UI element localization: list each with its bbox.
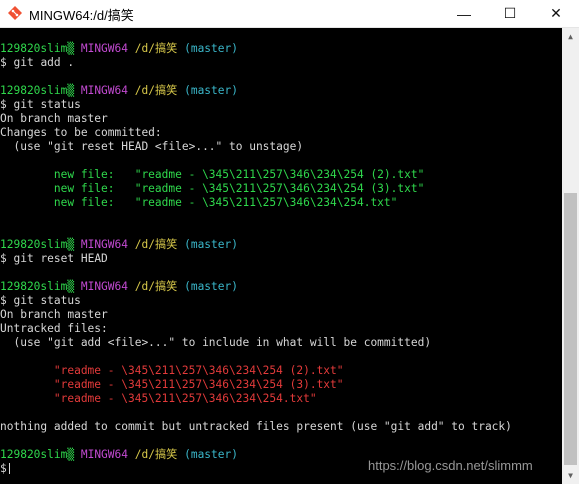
prompt-path: /d/搞笑 — [134, 448, 178, 461]
output-line: On branch master — [0, 308, 108, 321]
command-text: git add . — [13, 56, 75, 69]
watermark: https://blog.csdn.net/slimmm — [368, 458, 533, 473]
minimize-button[interactable]: — — [441, 0, 487, 27]
prompt-user-host: 129820slim▒ — [0, 84, 75, 97]
prompt-symbol: $ — [0, 462, 7, 475]
git-bash-icon — [8, 6, 22, 20]
maximize-icon: ☐ — [503, 5, 517, 21]
scroll-thumb[interactable] — [564, 193, 577, 465]
prompt-shell: MINGW64 — [80, 280, 128, 293]
prompt-path: /d/搞笑 — [134, 280, 178, 293]
vertical-scrollbar[interactable]: ▲ ▼ — [562, 28, 579, 484]
command-line: $ git add . — [0, 56, 74, 70]
output-line: (use "git add <file>..." to include in w… — [0, 336, 432, 349]
prompt-user-host: 129820slim▒ — [0, 238, 75, 251]
prompt-branch: (master) — [184, 238, 238, 251]
prompt-branch: (master) — [184, 280, 238, 293]
maximize-button[interactable]: ☐ — [487, 0, 533, 27]
arrow-down-icon: ▼ — [568, 471, 573, 480]
prompt-line: 129820slim▒ MINGW64 /d/搞笑 (master) — [0, 238, 238, 252]
staged-file-line: new file: "readme - \345\211\257\346\234… — [0, 196, 398, 209]
prompt-branch: (master) — [184, 448, 238, 461]
command-line: $ git status — [0, 98, 81, 112]
prompt-symbol: $ — [0, 56, 7, 69]
prompt-shell: MINGW64 — [80, 84, 128, 97]
arrow-up-icon: ▲ — [568, 32, 573, 41]
prompt-user-host: 129820slim▒ — [0, 448, 75, 461]
command-text: git reset HEAD — [13, 252, 108, 265]
minimize-icon: — — [457, 5, 471, 22]
prompt-path: /d/搞笑 — [134, 238, 178, 251]
prompt-line: 129820slim▒ MINGW64 /d/搞笑 (master) — [0, 280, 238, 294]
close-button[interactable]: ✕ — [533, 0, 579, 27]
prompt-line: 129820slim▒ MINGW64 /d/搞笑 (master) — [0, 448, 238, 462]
scroll-up-button[interactable]: ▲ — [562, 28, 579, 45]
prompt-path: /d/搞笑 — [134, 84, 178, 97]
untracked-file-line: "readme - \345\211\257\346\234\254 (2).t… — [0, 364, 344, 377]
prompt-branch: (master) — [184, 42, 238, 55]
untracked-file-line: "readme - \345\211\257\346\234\254 (3).t… — [0, 378, 344, 391]
command-line[interactable]: $ — [0, 462, 10, 476]
output-line: nothing added to commit but untracked fi… — [0, 420, 512, 433]
terminal-output[interactable]: 129820slim▒ MINGW64 /d/搞笑 (master) $ git… — [0, 28, 562, 484]
prompt-shell: MINGW64 — [80, 238, 128, 251]
staged-file-line: new file: "readme - \345\211\257\346\234… — [0, 168, 425, 181]
text-cursor — [8, 463, 10, 474]
prompt-shell: MINGW64 — [80, 42, 128, 55]
output-line: Untracked files: — [0, 322, 108, 335]
command-text: git status — [13, 294, 81, 307]
output-line: Changes to be committed: — [0, 126, 162, 139]
prompt-symbol: $ — [0, 294, 7, 307]
prompt-line: 129820slim▒ MINGW64 /d/搞笑 (master) — [0, 42, 238, 56]
command-text: git status — [13, 98, 81, 111]
prompt-user-host: 129820slim▒ — [0, 42, 75, 55]
command-line: $ git reset HEAD — [0, 252, 108, 266]
prompt-branch: (master) — [184, 84, 238, 97]
untracked-file-line: "readme - \345\211\257\346\234\254.txt" — [0, 392, 317, 405]
prompt-shell: MINGW64 — [80, 448, 128, 461]
prompt-symbol: $ — [0, 252, 7, 265]
close-icon: ✕ — [550, 5, 562, 21]
title-bar[interactable]: MINGW64:/d/搞笑 — ☐ ✕ — [0, 0, 579, 28]
scroll-down-button[interactable]: ▼ — [562, 467, 579, 484]
prompt-symbol: $ — [0, 98, 7, 111]
prompt-user-host: 129820slim▒ — [0, 280, 75, 293]
staged-file-line: new file: "readme - \345\211\257\346\234… — [0, 182, 425, 195]
window-title: MINGW64:/d/搞笑 — [29, 8, 134, 23]
prompt-line: 129820slim▒ MINGW64 /d/搞笑 (master) — [0, 84, 238, 98]
command-line: $ git status — [0, 294, 81, 308]
output-line: (use "git reset HEAD <file>..." to unsta… — [0, 140, 304, 153]
output-line: On branch master — [0, 112, 108, 125]
prompt-path: /d/搞笑 — [134, 42, 178, 55]
